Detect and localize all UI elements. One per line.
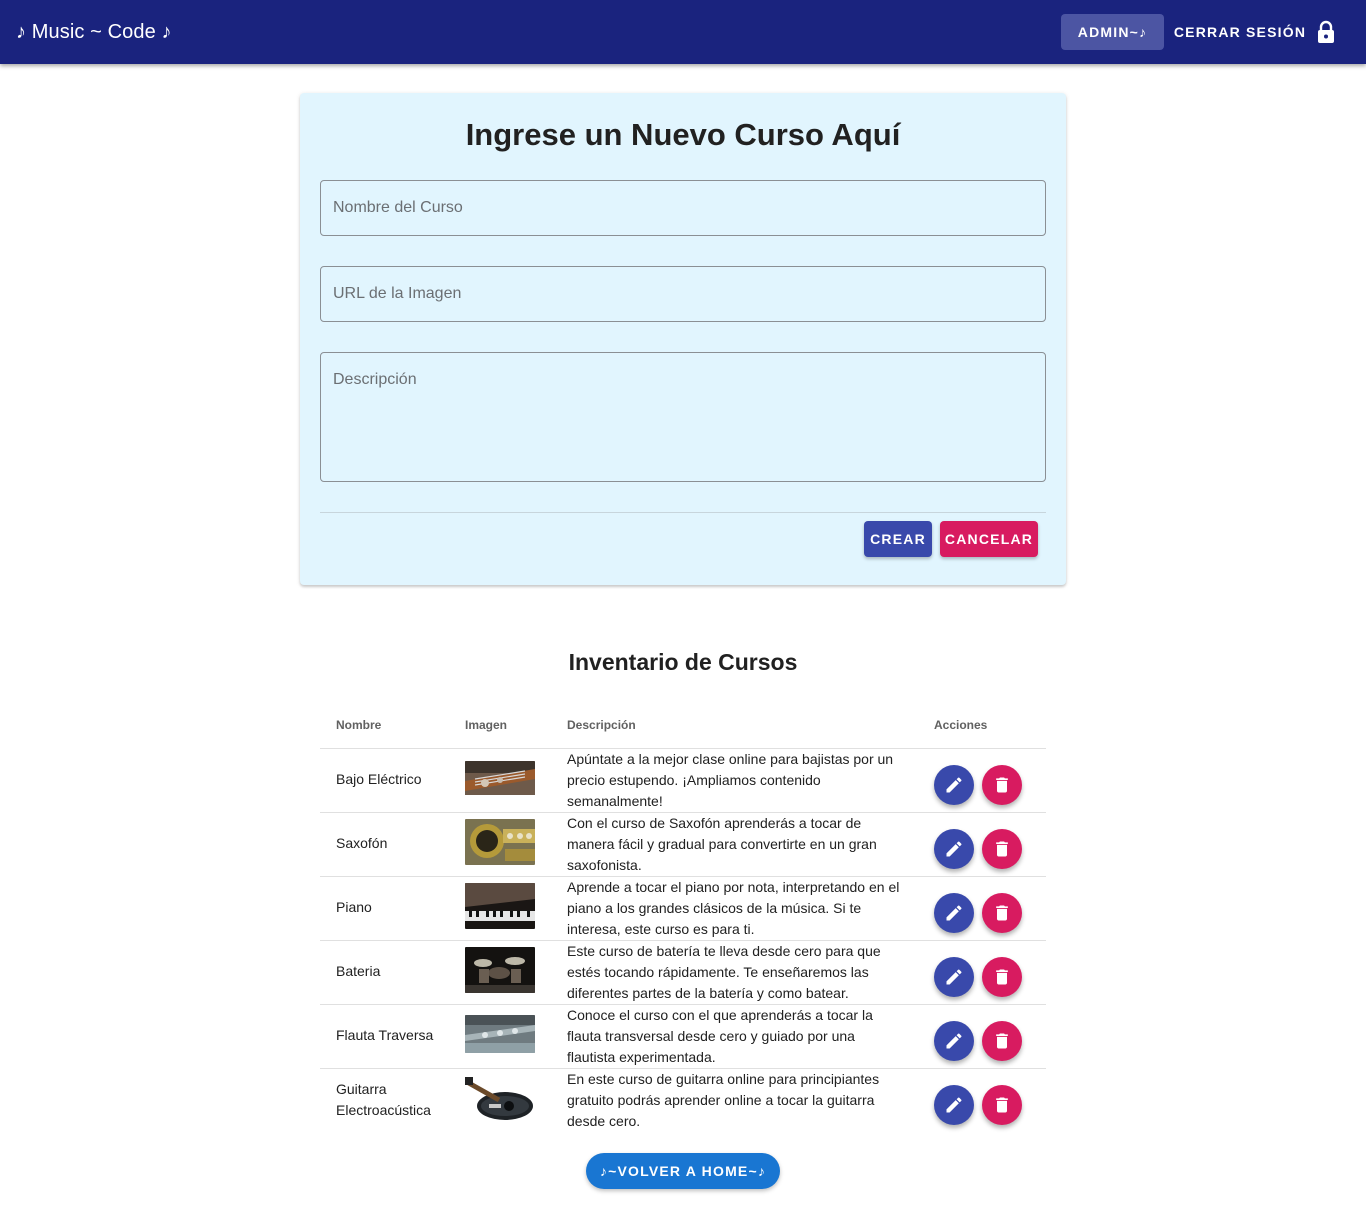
column-header-descripcion: Descripción [567,718,636,732]
course-name-input[interactable]: Nombre del Curso [320,180,1046,236]
column-header-nombre: Nombre [336,718,382,732]
table-row: Flauta Traversa Conoce el curso con el q… [320,1005,1046,1069]
column-header-imagen: Imagen [465,718,508,732]
table-row: Bajo Eléctrico Apúntate a la mejor clase… [320,749,1046,813]
logout-label: CERRAR SESIÓN [1173,24,1307,40]
course-name: Flauta Traversa [336,1027,434,1043]
course-name: Guitarra Electroacústica [336,1081,431,1118]
course-description: Apúntate a la mejor clase online para ba… [567,751,894,809]
table-row: Guitarra Electroacústica En este curso d… [320,1069,1046,1133]
course-description: Con el curso de Saxofón aprenderás a toc… [567,815,877,873]
course-name-placeholder: Nombre del Curso [333,199,463,216]
delete-button[interactable] [982,765,1022,805]
course-name: Bateria [336,963,381,979]
edit-button[interactable] [934,765,974,805]
app-bar: ♪ Music ~ Code ♪ ADMIN~♪ CERRAR SESIÓN [0,0,1366,64]
cancel-button[interactable]: CANCELAR [940,521,1038,557]
delete-button[interactable] [982,1021,1022,1061]
brand-title[interactable]: ♪ Music ~ Code ♪ [16,18,172,46]
edit-button[interactable] [934,1085,974,1125]
course-description: En este curso de guitarra online para pr… [567,1071,880,1129]
create-button[interactable]: CREAR [864,521,932,557]
trash-icon [996,841,1008,857]
course-description: Conoce el curso con el que aprenderás a … [567,1007,873,1065]
course-image [465,1015,535,1053]
trash-icon [996,1097,1008,1113]
admin-button[interactable]: ADMIN~♪ [1061,14,1164,50]
table-row: Piano Aprende a tocar el piano por nota,… [320,877,1046,941]
course-image [465,761,535,807]
trash-icon [996,905,1008,921]
delete-button[interactable] [982,893,1022,933]
new-course-card: Ingrese un Nuevo Curso Aquí Nombre del C… [300,93,1066,585]
trash-icon [996,969,1008,985]
back-home-button[interactable]: ♪~VOLVER A HOME~♪ [586,1153,780,1189]
delete-button[interactable] [982,1085,1022,1125]
course-image [465,1074,535,1122]
course-description: Aprende a tocar el piano por nota, inter… [567,879,900,937]
description-placeholder: Descripción [333,371,417,388]
pencil-icon [946,969,962,985]
description-textarea[interactable]: Descripción [320,352,1046,482]
course-name: Piano [336,899,372,915]
card-divider [320,512,1046,513]
pencil-icon [946,1033,962,1049]
image-url-input[interactable]: URL de la Imagen [320,266,1046,322]
pencil-icon [946,777,962,793]
pencil-icon [946,841,962,857]
pencil-icon [946,905,962,921]
course-image [465,819,535,865]
lock-icon [1316,20,1336,44]
trash-icon [996,1033,1008,1049]
form-title: Ingrese un Nuevo Curso Aquí [465,117,901,152]
table-row: Bateria Este curso de batería te lleva d… [320,941,1046,1005]
delete-button[interactable] [982,957,1022,997]
course-image [465,883,535,929]
trash-icon [996,777,1008,793]
edit-button[interactable] [934,893,974,933]
pencil-icon [946,1097,962,1113]
table-row: Saxofón Con el curso de Saxofón aprender… [320,813,1046,877]
course-description: Este curso de batería te lleva desde cer… [567,943,881,1001]
course-name: Saxofón [336,835,388,851]
image-url-placeholder: URL de la Imagen [333,285,462,302]
edit-button[interactable] [934,957,974,997]
inventory-title: Inventario de Cursos [568,649,798,675]
edit-button[interactable] [934,829,974,869]
logout-button[interactable]: CERRAR SESIÓN [1170,14,1340,50]
course-name: Bajo Eléctrico [336,771,422,787]
course-image [465,947,535,993]
edit-button[interactable] [934,1021,974,1061]
delete-button[interactable] [982,829,1022,869]
column-header-acciones: Acciones [934,718,988,732]
